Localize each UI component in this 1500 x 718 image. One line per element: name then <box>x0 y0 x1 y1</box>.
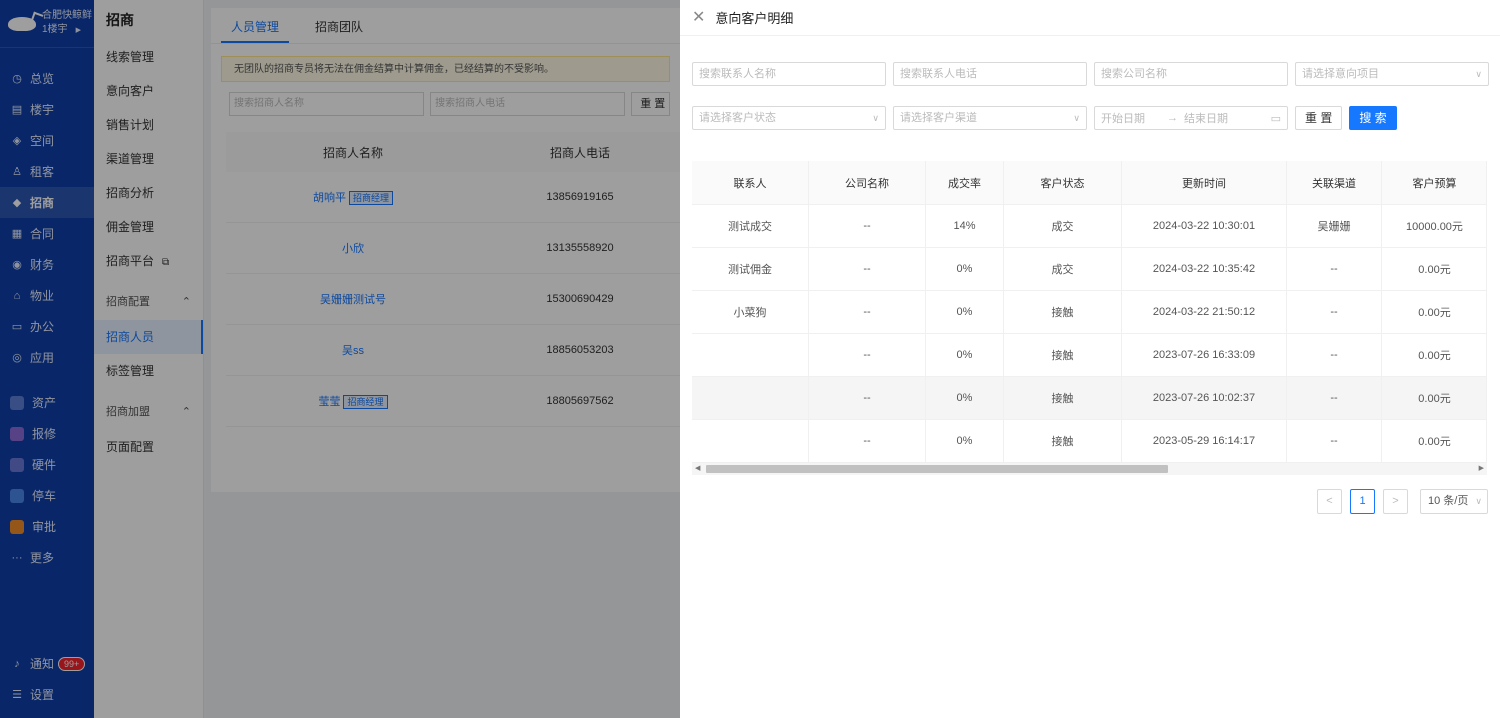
channel-cell: -- <box>1287 377 1382 419</box>
rate-cell: 0% <box>926 334 1004 376</box>
col-company: 公司名称 <box>809 161 926 204</box>
channel-cell: -- <box>1287 334 1382 376</box>
status-cell: 成交 <box>1004 205 1122 247</box>
table-row[interactable]: -- 0% 接触 2023-07-26 10:02:37 -- 0.00元 <box>692 377 1486 420</box>
contact-cell: 测试佣金 <box>692 248 809 290</box>
col-updated: 更新时间 <box>1122 161 1287 204</box>
contact-cell <box>692 377 809 419</box>
filter-row-2: 请选择客户状态 ∨ 请选择客户渠道 ∨ 开始日期 → 结束日期 ▭ 重 置 搜 索 <box>692 106 1397 130</box>
status-cell: 成交 <box>1004 248 1122 290</box>
page-size-value: 10 条/页 <box>1428 495 1469 507</box>
contact-name-search[interactable]: 搜索联系人名称 <box>692 62 886 86</box>
status-select-placeholder: 请选择客户状态 <box>699 112 776 124</box>
channel-select[interactable]: 请选择客户渠道 ∨ <box>893 106 1087 130</box>
channel-cell: 吴姗姗 <box>1287 205 1382 247</box>
table-row[interactable]: 小菜狗 -- 0% 接触 2024-03-22 21:50:12 -- 0.00元 <box>692 291 1486 334</box>
project-select[interactable]: 请选择意向项目 ∨ <box>1295 62 1489 86</box>
reset-button[interactable]: 重 置 <box>1295 106 1343 130</box>
contact-cell <box>692 334 809 376</box>
drawer-title: 意向客户明细 <box>715 11 794 26</box>
table-row[interactable]: -- 0% 接触 2023-07-26 16:33:09 -- 0.00元 <box>692 334 1486 377</box>
company-cell: -- <box>809 291 926 333</box>
scrollbar-thumb[interactable] <box>706 465 1168 473</box>
budget-cell: 0.00元 <box>1418 393 1451 405</box>
table-row[interactable]: -- 0% 接触 2023-05-29 16:14:17 -- 0.00元 <box>692 420 1486 463</box>
arrow-right-icon: → <box>1167 112 1178 124</box>
next-page-button[interactable]: > <box>1383 489 1408 514</box>
rate-cell: 0% <box>926 377 1004 419</box>
budget-cell: 0.00元 <box>1418 350 1451 362</box>
channel-cell: -- <box>1287 420 1382 462</box>
updated-cell: 2024-03-22 10:35:42 <box>1122 248 1287 290</box>
table-header: 联系人 公司名称 成交率 客户状态 更新时间 关联渠道 客户预算 <box>692 161 1486 205</box>
channel-cell: -- <box>1287 248 1382 290</box>
status-select[interactable]: 请选择客户状态 ∨ <box>692 106 886 130</box>
intent-customer-drawer: ✕ 意向客户明细 搜索联系人名称 搜索联系人电话 搜索公司名称 请选择意向项目 ∨… <box>680 0 1500 718</box>
company-cell: -- <box>809 248 926 290</box>
col-contact: 联系人 <box>692 161 809 204</box>
drawer-mask[interactable] <box>0 0 680 718</box>
col-status: 客户状态 <box>1004 161 1122 204</box>
updated-cell: 2023-07-26 16:33:09 <box>1122 334 1287 376</box>
company-cell: -- <box>809 205 926 247</box>
company-name-search[interactable]: 搜索公司名称 <box>1094 62 1288 86</box>
company-cell: -- <box>809 377 926 419</box>
budget-cell: 0.00元 <box>1418 307 1451 319</box>
calendar-icon: ▭ <box>1270 112 1281 125</box>
status-cell: 接触 <box>1004 334 1122 376</box>
scroll-right-icon[interactable]: ▶ <box>1479 463 1484 475</box>
budget-cell: 0.00元 <box>1418 264 1451 276</box>
col-channel: 关联渠道 <box>1287 161 1382 204</box>
updated-cell: 2023-05-29 16:14:17 <box>1122 420 1287 462</box>
col-budget: 客户预算 <box>1412 177 1457 190</box>
pagination: < 1 > 10 条/页 ∨ <box>1317 489 1488 514</box>
filter-row-1: 搜索联系人名称 搜索联系人电话 搜索公司名称 请选择意向项目 ∨ <box>692 62 1489 86</box>
drawer-header: ✕ 意向客户明细 <box>680 0 1500 36</box>
page-size-select[interactable]: 10 条/页 ∨ <box>1420 489 1488 514</box>
channel-select-placeholder: 请选择客户渠道 <box>900 112 977 124</box>
rate-cell: 0% <box>926 420 1004 462</box>
status-cell: 接触 <box>1004 291 1122 333</box>
rate-cell: 0% <box>926 248 1004 290</box>
end-date-placeholder: 结束日期 <box>1184 113 1228 125</box>
budget-cell: 10000.00元 <box>1406 221 1463 233</box>
contact-cell: 小菜狗 <box>692 291 809 333</box>
table-row[interactable]: 测试成交 -- 14% 成交 2024-03-22 10:30:01 吴姗姗 10000.0… <box>692 205 1486 248</box>
date-range-picker[interactable]: 开始日期 → 结束日期 ▭ <box>1094 106 1288 130</box>
contact-cell <box>692 420 809 462</box>
chevron-down-icon: ∨ <box>1073 113 1080 123</box>
contact-cell: 测试成交 <box>692 205 809 247</box>
status-cell: 接触 <box>1004 377 1122 419</box>
contact-phone-search[interactable]: 搜索联系人电话 <box>893 62 1087 86</box>
chevron-down-icon: ∨ <box>872 113 879 123</box>
close-icon[interactable]: ✕ <box>692 9 705 26</box>
company-cell: -- <box>809 334 926 376</box>
chevron-down-icon: ∨ <box>1475 69 1482 79</box>
project-select-placeholder: 请选择意向项目 <box>1302 68 1379 80</box>
col-rate: 成交率 <box>926 161 1004 204</box>
table-row[interactable]: 测试佣金 -- 0% 成交 2024-03-22 10:35:42 -- 0.00元 <box>692 248 1486 291</box>
page-1-button[interactable]: 1 <box>1350 489 1375 514</box>
updated-cell: 2023-07-26 10:02:37 <box>1122 377 1287 419</box>
start-date-placeholder: 开始日期 <box>1101 113 1145 125</box>
rate-cell: 0% <box>926 291 1004 333</box>
prev-page-button[interactable]: < <box>1317 489 1342 514</box>
search-button[interactable]: 搜 索 <box>1349 106 1397 130</box>
status-cell: 接触 <box>1004 420 1122 462</box>
scroll-left-icon[interactable]: ◀ <box>695 463 700 475</box>
updated-cell: 2024-03-22 21:50:12 <box>1122 291 1287 333</box>
intent-customer-table: 联系人 公司名称 成交率 客户状态 更新时间 关联渠道 客户预算 测试成交 -- 1… <box>692 161 1487 463</box>
updated-cell: 2024-03-22 10:30:01 <box>1122 205 1287 247</box>
company-cell: -- <box>809 420 926 462</box>
budget-cell: 0.00元 <box>1418 436 1451 448</box>
channel-cell: -- <box>1287 291 1382 333</box>
chevron-down-icon: ∨ <box>1475 496 1482 506</box>
table-horizontal-scrollbar[interactable]: ◀ ▶ <box>692 463 1487 475</box>
rate-cell: 14% <box>926 205 1004 247</box>
